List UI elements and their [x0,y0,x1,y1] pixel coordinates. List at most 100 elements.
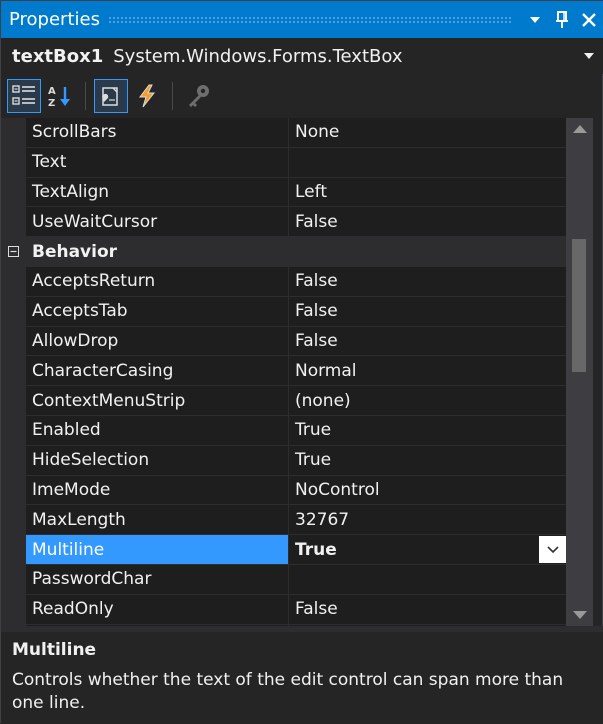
row-gutter [1,535,26,564]
property-name[interactable]: UseWaitCursor [26,207,289,237]
row-gutter [1,296,26,326]
row-gutter [1,416,26,445]
property-value-text: True [295,539,337,560]
property-value[interactable]: False [289,326,566,356]
property-value[interactable]: None [289,118,566,147]
property-name[interactable]: AcceptsReturn [26,267,289,296]
property-name[interactable]: Multiline [26,535,289,564]
property-row[interactable]: ImeMode NoControl [1,475,566,506]
dropdown-icon[interactable] [523,7,547,33]
object-selector[interactable]: textBox1 System.Windows.Forms.TextBox [1,38,603,74]
svg-text:Z: Z [48,98,55,108]
property-value[interactable]: Left [289,177,566,207]
property-value[interactable]: True [289,445,566,475]
property-name[interactable]: TextAlign [26,177,289,207]
property-row[interactable]: AcceptsTab False [1,296,566,327]
object-name: textBox1 [12,45,104,67]
property-row[interactable]: MaxLength 32767 [1,505,566,536]
svg-text:A: A [48,86,56,97]
property-name[interactable]: AllowDrop [26,326,289,356]
row-gutter [1,326,26,356]
description-pane: Multiline Controls whether the text of t… [1,632,603,724]
property-row[interactable]: ContextMenuStrip (none) [1,386,566,416]
title-bar[interactable]: Properties [1,1,603,38]
property-name[interactable]: ReadOnly [26,594,289,624]
property-value-text: True [295,420,332,441]
property-name[interactable]: PasswordChar [26,565,289,594]
property-row[interactable]: Enabled True [1,416,566,446]
property-grid: ScrollBars None Text TextAlign Left UseWaitCu… [1,118,566,626]
property-value-text: 32767 [295,509,350,530]
property-row[interactable]: UseWaitCursor False [1,207,566,238]
property-name[interactable]: MaxLength [26,505,289,535]
property-name[interactable]: ImeMode [26,475,289,505]
property-name[interactable]: ContextMenuStrip [26,386,289,415]
toolbar: A Z [1,74,603,118]
property-value[interactable]: False [289,267,566,296]
pin-icon[interactable] [550,7,574,33]
property-row[interactable]: AllowDrop False [1,326,566,357]
property-row[interactable]: ReadOnly False [1,594,566,625]
property-value[interactable] [289,565,566,594]
property-value[interactable]: True [289,416,566,445]
property-value[interactable]: NoControl [289,475,566,505]
category-row[interactable]: Behavior [1,237,566,267]
property-name[interactable]: Text [26,147,289,177]
scrollbar-thumb[interactable] [572,239,586,372]
close-icon[interactable] [577,7,601,33]
property-row[interactable]: HideSelection True [1,445,566,476]
properties-window: Properties textBox1 System.Windows.Forms… [0,0,603,724]
property-value[interactable]: False [289,207,566,237]
property-row[interactable]: PasswordChar [1,565,566,595]
toolbar-separator [85,82,86,110]
property-name[interactable]: Enabled [26,416,289,445]
property-value-text: False [295,211,338,232]
property-row[interactable]: Text [1,147,566,178]
property-value[interactable]: False [289,594,566,624]
property-value[interactable]: False [289,296,566,326]
property-value[interactable] [289,147,566,177]
property-pages-icon[interactable] [181,79,215,113]
row-gutter [1,565,26,594]
property-value-text: True [295,450,332,471]
property-value[interactable]: (none) [289,386,566,415]
property-value[interactable]: True [289,535,566,564]
row-gutter [1,594,26,624]
scrollbar[interactable] [566,118,593,626]
window-title: Properties [9,9,100,30]
property-row[interactable]: Multiline True [1,535,566,565]
events-icon[interactable] [130,79,164,113]
property-row[interactable]: ScrollBars None [1,118,566,148]
row-gutter [1,386,26,415]
category-label: Behavior [32,241,118,262]
scroll-up-icon[interactable] [566,118,593,140]
property-value-text: Left [295,181,327,202]
properties-icon[interactable] [94,79,128,113]
row-gutter [1,445,26,475]
categorized-icon[interactable] [7,79,41,113]
title-grip[interactable] [107,15,511,24]
property-row[interactable]: CharacterCasing Normal [1,356,566,387]
property-row[interactable]: TextAlign Left [1,177,566,208]
property-name[interactable]: ScrollBars [26,118,289,147]
property-value[interactable]: 32767 [289,505,566,535]
property-row[interactable]: AcceptsReturn False [1,267,566,297]
alphabetical-icon[interactable]: A Z [43,79,77,113]
collapse-icon[interactable] [1,237,26,266]
property-value[interactable]: Normal [289,356,566,386]
row-gutter [1,475,26,505]
description-title: Multiline [12,640,97,660]
property-value-text: (none) [295,390,351,411]
property-value-text: None [295,122,340,143]
property-value-text: False [295,330,338,351]
property-name[interactable]: AcceptsTab [26,296,289,326]
property-name[interactable]: HideSelection [26,445,289,475]
row-gutter [1,356,26,386]
scroll-down-icon[interactable] [566,604,593,626]
row-gutter [1,118,26,147]
chevron-down-icon[interactable] [574,53,603,59]
chevron-down-icon[interactable] [539,536,566,564]
property-name[interactable]: CharacterCasing [26,356,289,386]
property-value-text: False [295,271,338,292]
property-value-text: Normal [295,360,357,381]
